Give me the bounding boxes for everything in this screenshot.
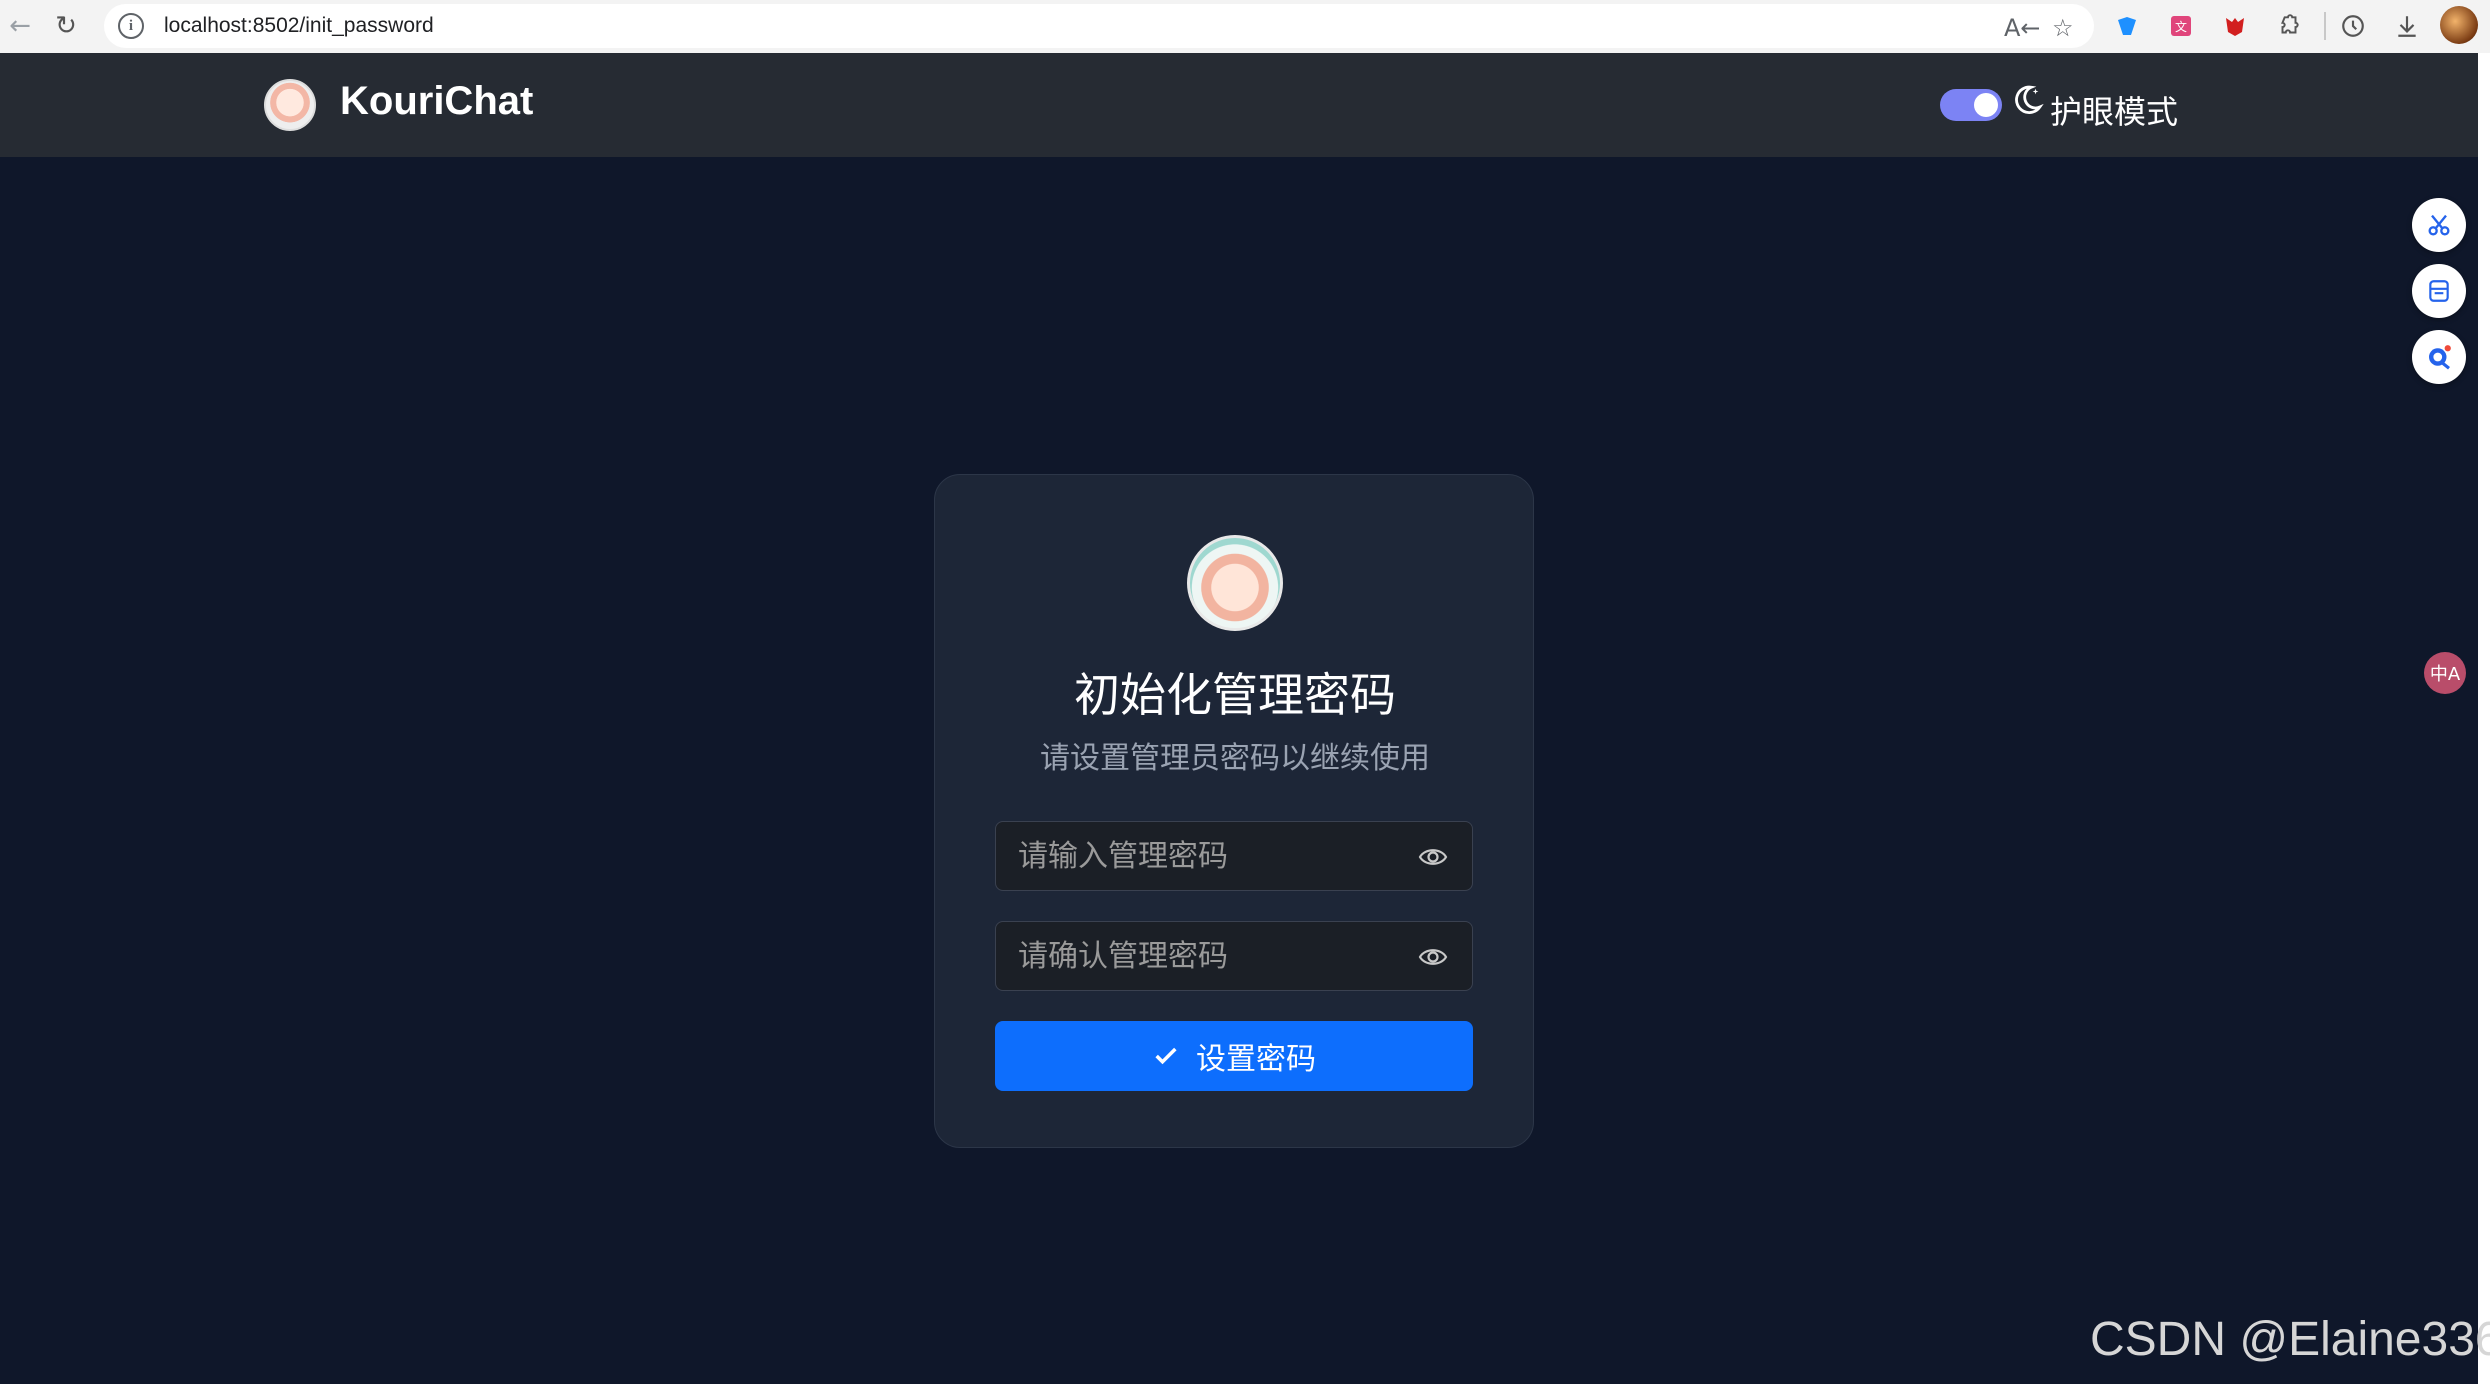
toggle-knob xyxy=(1974,93,1998,117)
download-icon[interactable] xyxy=(2390,9,2424,43)
brand-name[interactable]: KouriChat xyxy=(340,79,533,124)
app-header: KouriChat 护眼模式 xyxy=(0,53,2478,157)
browser-toolbar: ← ↻ i localhost:8502/init_password A← ☆ … xyxy=(0,0,2490,53)
password-input[interactable] xyxy=(996,822,1416,890)
confirm-password-input[interactable] xyxy=(996,922,1416,990)
confirm-password-field xyxy=(995,921,1473,991)
watermark: CSDN @Elaine336 xyxy=(2090,1313,2490,1366)
scissors-icon[interactable] xyxy=(2412,198,2466,252)
page-title: 初始化管理密码 xyxy=(1074,668,1396,722)
eye-icon[interactable] xyxy=(1418,844,1448,870)
eye-mode-toggle[interactable] xyxy=(1940,89,2002,121)
url-text[interactable]: localhost:8502/init_password xyxy=(164,14,434,38)
moon-icon xyxy=(2010,83,2044,126)
reload-icon[interactable]: ↻ xyxy=(46,6,86,46)
puzzle-icon[interactable] xyxy=(2272,9,2306,43)
toolbar-divider xyxy=(2324,12,2326,40)
set-password-button[interactable]: 设置密码 xyxy=(995,1021,1473,1091)
extension-pink-icon[interactable]: 文 xyxy=(2164,9,2198,43)
brand-logo[interactable] xyxy=(264,79,316,131)
star-icon[interactable]: ☆ xyxy=(2052,14,2074,42)
init-password-card: 初始化管理密码 请设置管理员密码以继续使用 设置密码 xyxy=(934,474,1534,1148)
history-icon[interactable] xyxy=(2336,9,2370,43)
back-arrow-icon[interactable]: ← xyxy=(0,6,40,46)
note-icon[interactable] xyxy=(2412,264,2466,318)
address-bar[interactable]: i localhost:8502/init_password A← ☆ xyxy=(104,4,2094,48)
read-aloud-icon[interactable]: A← xyxy=(2004,14,2041,42)
search-assistant-icon[interactable] xyxy=(2412,330,2466,384)
extension-blue-icon[interactable] xyxy=(2110,9,2144,43)
info-icon[interactable]: i xyxy=(118,13,144,39)
translate-icon[interactable]: 中A xyxy=(2424,652,2466,694)
page-subtitle: 请设置管理员密码以继续使用 xyxy=(1040,741,1430,776)
scrollbar[interactable] xyxy=(2478,53,2490,1384)
profile-avatar[interactable] xyxy=(2440,6,2478,44)
eye-icon[interactable] xyxy=(1418,944,1448,970)
password-field xyxy=(995,821,1473,891)
eye-mode-label: 护眼模式 xyxy=(2050,93,2179,131)
extension-red-icon[interactable] xyxy=(2218,9,2252,43)
card-avatar xyxy=(1187,535,1283,631)
check-icon xyxy=(1155,1047,1177,1065)
svg-text:文: 文 xyxy=(2175,19,2187,34)
set-password-label: 设置密码 xyxy=(1196,1042,1316,1077)
